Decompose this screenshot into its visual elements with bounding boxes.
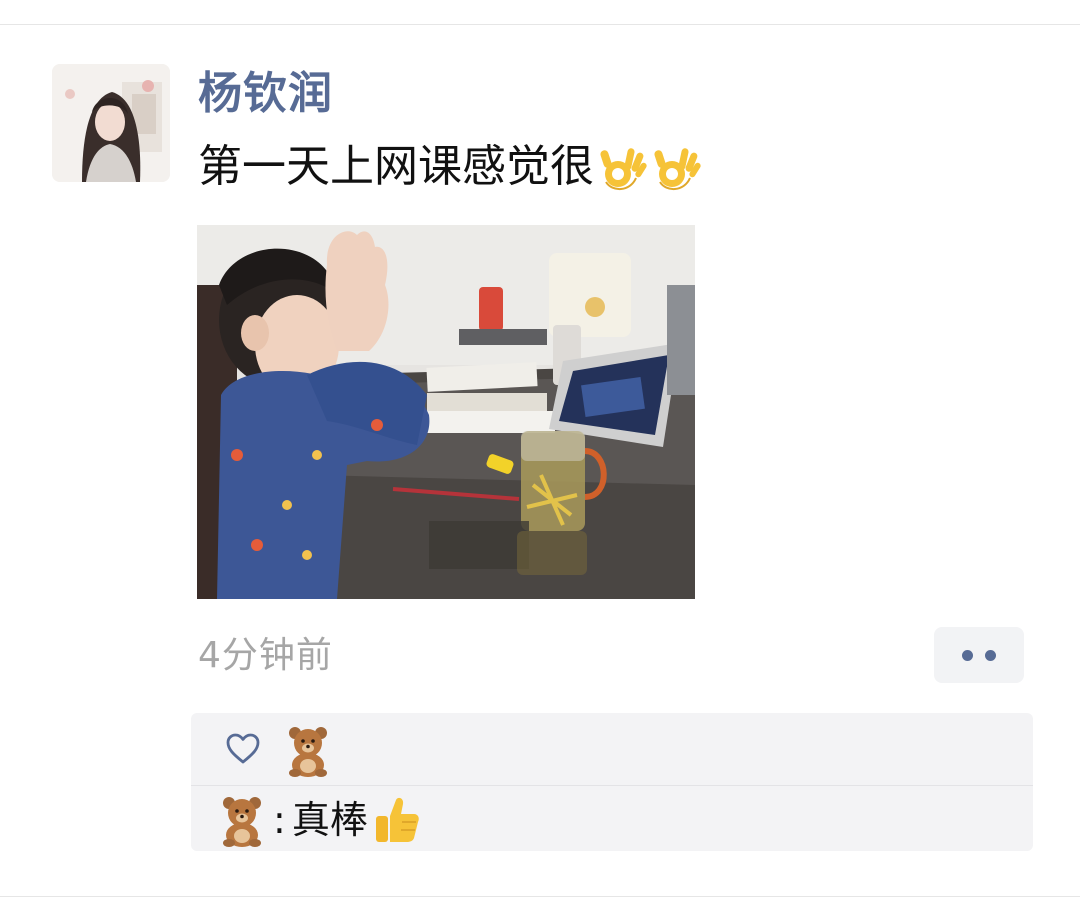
more-dot-icon: [985, 649, 996, 661]
heart-icon: [226, 733, 260, 764]
panel-divider: [191, 785, 1033, 786]
interactions-panel: : 真棒: [191, 713, 1033, 851]
avatar-image: [52, 64, 170, 182]
username[interactable]: 杨钦润: [198, 64, 333, 124]
thumbs-up-icon: [375, 797, 419, 842]
post-text: 第一天上网课感觉很: [198, 136, 702, 198]
avatar[interactable]: [52, 64, 170, 182]
ok-hand-icon: [600, 148, 647, 190]
comment-text: 真棒: [291, 798, 368, 842]
ok-hand-icon: [654, 148, 701, 190]
comment-item[interactable]: : 真棒: [215, 791, 422, 849]
post-text-content: 第一天上网课感觉很: [198, 141, 594, 192]
bottom-divider: [0, 896, 1080, 897]
more-dot-icon: [962, 649, 973, 661]
post-photo[interactable]: [197, 225, 695, 599]
likes-row: [191, 713, 1033, 785]
more-actions-button[interactable]: [934, 627, 1024, 683]
post-timestamp: 4分钟前: [198, 635, 333, 676]
photo-image: [197, 225, 695, 599]
comment-separator: :: [273, 798, 286, 842]
bear-icon[interactable]: [281, 723, 335, 777]
top-divider: [0, 24, 1080, 25]
bear-icon[interactable]: [215, 793, 269, 847]
moments-post: 杨钦润 第一天上网课感觉很 4分钟前: 真棒: [0, 0, 1080, 904]
